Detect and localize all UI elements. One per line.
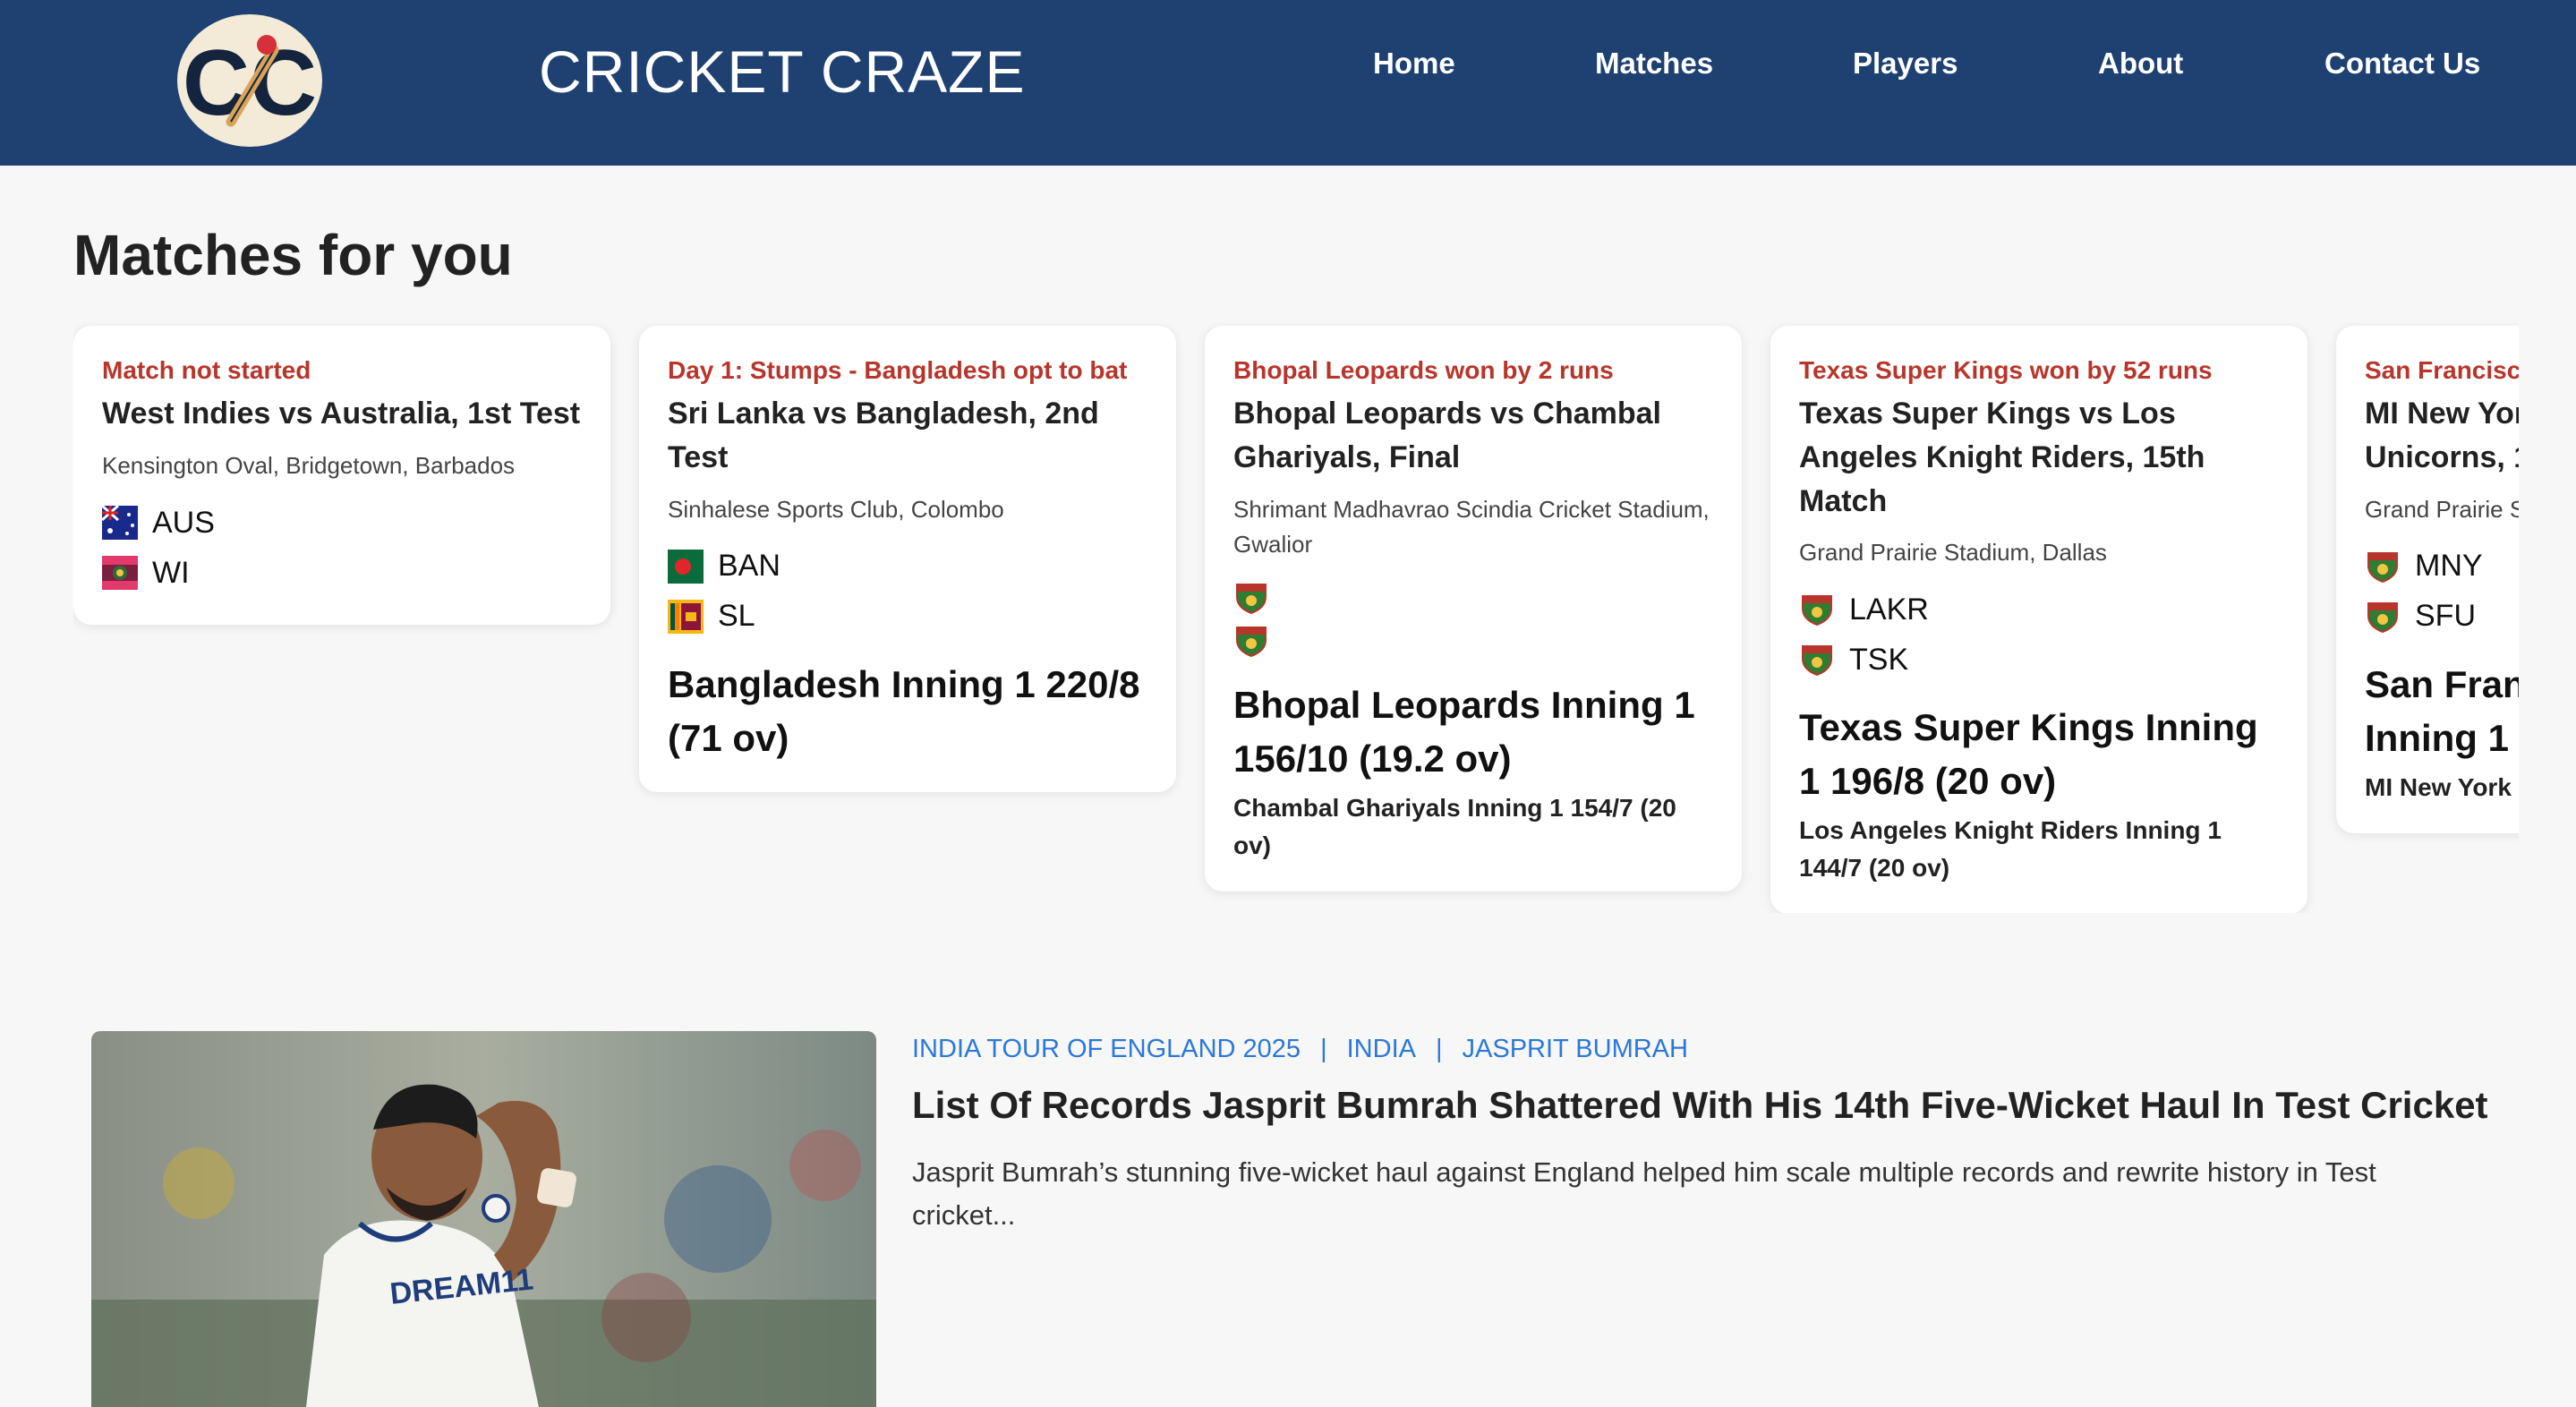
- match-card[interactable]: Texas Super Kings won by 52 runs Texas S…: [1770, 326, 2307, 913]
- west-indies-flag-icon: [102, 556, 138, 590]
- match-venue: Grand Prairie Stadium, Dallas: [1799, 539, 2107, 567]
- score-main: Texas Super Kings Inning 1 196/8 (20 ov): [1799, 706, 2258, 803]
- team-list: MNY SFU: [2365, 541, 2519, 642]
- match-venue: Grand Prairie Stadium, Dallas: [2365, 495, 2519, 523]
- tag-link[interactable]: INDIA: [1347, 1035, 1416, 1063]
- cricket-shield-icon: [1233, 581, 1269, 615]
- team-code: TSK: [1849, 642, 1909, 677]
- team-row: [1233, 576, 1713, 619]
- team-row: TSK: [1799, 635, 2279, 685]
- sri-lanka-flag-icon: [668, 599, 704, 634]
- jasprit-bumrah-photo-icon: DREAM11: [91, 1031, 876, 1407]
- team-row: [1233, 619, 1713, 662]
- team-row: SFU: [2365, 592, 2519, 642]
- match-card[interactable]: Match not started West Indies vs Austral…: [73, 326, 610, 625]
- cricket-shield-icon: [1799, 643, 1835, 677]
- cricket-shield-icon: [1233, 624, 1269, 658]
- match-card[interactable]: Day 1: Stumps - Bangladesh opt to bat Sr…: [639, 326, 1176, 792]
- team-list: LAKR TSK: [1799, 584, 2279, 685]
- team-row: WI: [102, 548, 582, 598]
- team-row: LAKR: [1799, 584, 2279, 635]
- team-list: AUS WI: [102, 498, 582, 598]
- match-status: Bhopal Leopards won by 2 runs: [1233, 356, 1614, 384]
- match-venue: Shrimant Madhavrao Scindia Cricket Stadi…: [1233, 495, 1710, 558]
- match-status: San Francisco Unicorns won: [2365, 356, 2519, 384]
- score-main: Bangladesh Inning 1 220/8 (71 ov): [668, 662, 1140, 759]
- cricket-shield-icon: [2365, 600, 2401, 634]
- bangladesh-flag-icon: [668, 549, 704, 584]
- article-title[interactable]: List Of Records Jasprit Bumrah Shattered…: [912, 1079, 2505, 1132]
- match-title: Texas Super Kings vs Los Angeles Knight …: [1799, 397, 2205, 518]
- match-card[interactable]: Bhopal Leopards won by 2 runs Bhopal Leo…: [1205, 326, 1742, 891]
- tag-link[interactable]: INDIA TOUR OF ENGLAND 2025: [912, 1035, 1301, 1063]
- team-code: MNY: [2415, 549, 2483, 584]
- team-code: AUS: [152, 505, 215, 540]
- nav-matches[interactable]: Matches: [1595, 47, 1713, 81]
- section-title: Matches for you: [73, 223, 513, 287]
- matches-carousel[interactable]: Match not started West Indies vs Austral…: [73, 322, 2519, 913]
- cricket-shield-icon: [1799, 593, 1835, 627]
- team-code: LAKR: [1849, 592, 1929, 627]
- match-venue: Sinhalese Sports Club, Colombo: [668, 495, 1004, 523]
- score-sub: Chambal Ghariyals Inning 1 154/7 (20 ov): [1233, 793, 1676, 859]
- main-nav: Home Matches Players About Contact Us: [0, 47, 2576, 91]
- nav-home[interactable]: Home: [1373, 47, 1455, 81]
- team-code: SL: [718, 599, 755, 634]
- match-title: West Indies vs Australia, 1st Test: [102, 397, 581, 431]
- score-sub: Los Angeles Knight Riders Inning 1 144/7…: [1799, 816, 2222, 883]
- match-status: Texas Super Kings won by 52 runs: [1799, 356, 2213, 384]
- score-main: Bhopal Leopards Inning 1 156/10 (19.2 ov…: [1233, 683, 1695, 780]
- team-row: AUS: [102, 498, 582, 548]
- match-status: Day 1: Stumps - Bangladesh opt to bat: [668, 356, 1128, 384]
- tag-separator: |: [1435, 1035, 1443, 1063]
- match-title: Sri Lanka vs Bangladesh, 2nd Test: [668, 397, 1099, 474]
- team-list: [1233, 576, 1713, 662]
- team-code: WI: [152, 555, 190, 590]
- team-row: MNY: [2365, 541, 2519, 592]
- team-row: BAN: [668, 541, 1147, 592]
- article-tags: INDIA TOUR OF ENGLAND 2025 | INDIA | JASPRIT…: [912, 1035, 1688, 1064]
- match-title: MI New York vs San Francisco Unicorns, 1…: [2365, 397, 2519, 474]
- article-image[interactable]: DREAM11: [91, 1031, 876, 1407]
- match-status: Match not started: [102, 356, 311, 384]
- match-title: Bhopal Leopards vs Chambal Ghariyals, Fi…: [1233, 397, 1661, 474]
- team-code: SFU: [2415, 599, 2476, 634]
- site-header: CC CRICKET CRAZE Home Matches Players Ab…: [0, 0, 2576, 166]
- team-code: BAN: [718, 549, 780, 584]
- match-card[interactable]: San Francisco Unicorns won MI New York v…: [2336, 326, 2519, 833]
- nav-contact-us[interactable]: Contact Us: [2324, 47, 2480, 81]
- australia-flag-icon: [102, 506, 138, 540]
- cricket-shield-icon: [2365, 550, 2401, 584]
- nav-players[interactable]: Players: [1853, 47, 1958, 81]
- tag-link[interactable]: JASPRIT BUMRAH: [1463, 1035, 1688, 1063]
- score-sub: MI New York: [2365, 772, 2512, 801]
- team-row: SL: [668, 592, 1147, 642]
- nav-about[interactable]: About: [2098, 47, 2183, 81]
- team-list: BAN SL: [668, 541, 1147, 642]
- match-venue: Kensington Oval, Bridgetown, Barbados: [102, 452, 516, 479]
- tag-separator: |: [1320, 1035, 1327, 1063]
- article-description: Jasprit Bumrah’s stunning five-wicket ha…: [912, 1156, 2376, 1232]
- score-main: San Francisco Unicorns Inning 1: [2365, 662, 2519, 759]
